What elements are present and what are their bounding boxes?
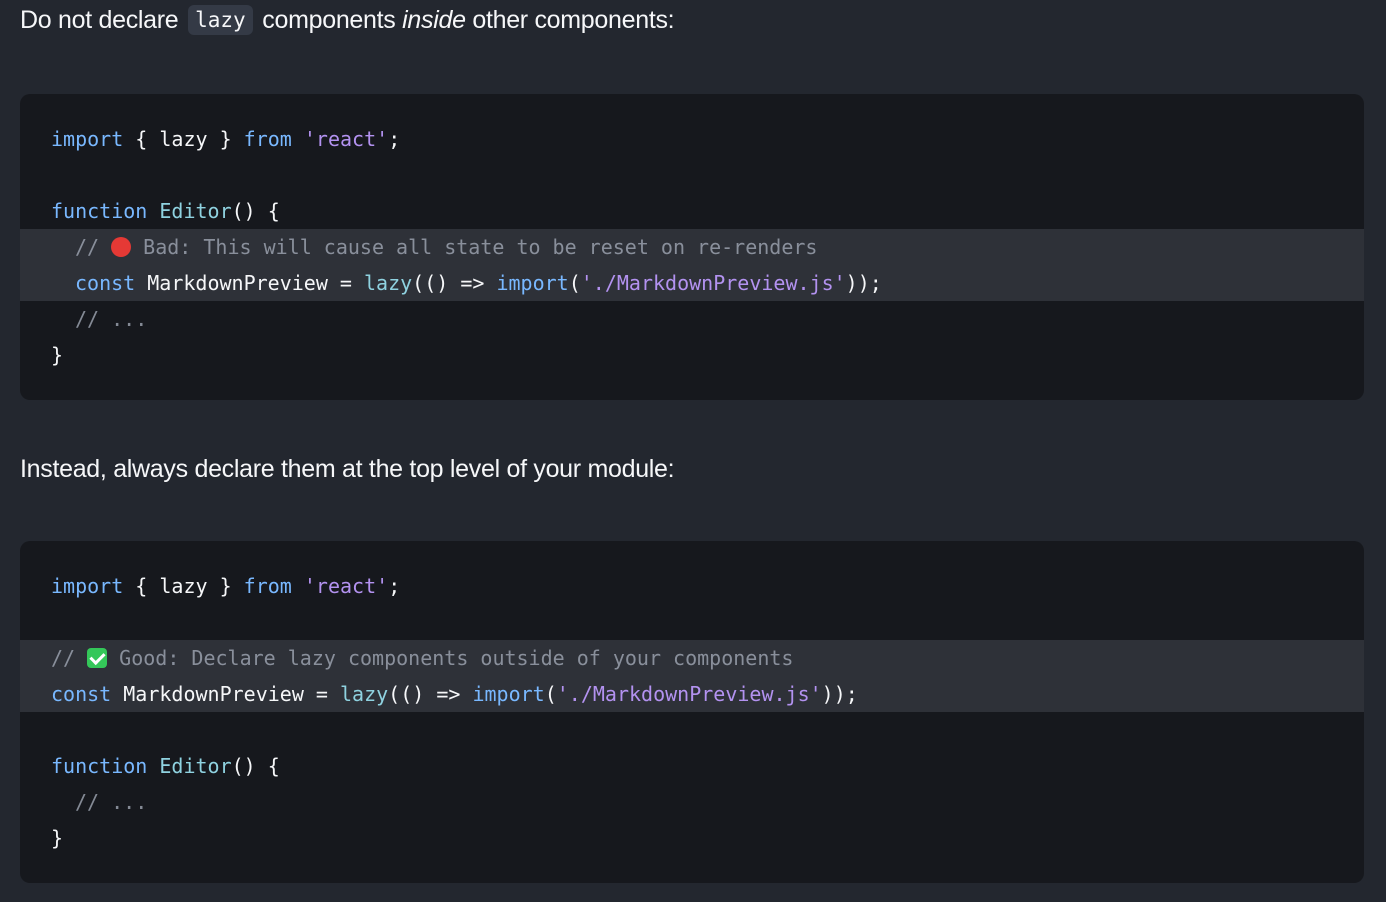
heading-text: Do not declare xyxy=(20,6,179,34)
inline-code-lazy: lazy xyxy=(188,5,253,35)
code-line: import { lazy } from 'react'; xyxy=(51,127,401,151)
section-heading-good: Instead, always declare them at the top … xyxy=(20,455,675,483)
green-check-icon xyxy=(87,648,108,668)
code-line: import { lazy } from 'react'; xyxy=(51,574,401,598)
code-line: function Editor() { xyxy=(51,199,280,223)
code-line-highlighted: const MarkdownPreview = lazy(() => impor… xyxy=(20,265,1364,301)
code-line: // ... xyxy=(75,790,148,814)
code-line: } xyxy=(51,343,64,367)
code-line-highlighted: // Bad: This will cause all state to be … xyxy=(20,229,1364,265)
code-line-highlighted: const MarkdownPreview = lazy(() => impor… xyxy=(20,676,1364,712)
heading-text: components xyxy=(262,6,396,34)
code-line: } xyxy=(51,826,64,850)
code-line: // ... xyxy=(75,307,148,331)
code-block-good-example: import { lazy } from 'react'; // Good: D… xyxy=(20,541,1364,883)
heading-text: other components: xyxy=(472,6,675,34)
code-line-highlighted: // Good: Declare lazy components outside… xyxy=(20,640,1364,676)
code-block-bad-example: import { lazy } from 'react'; function E… xyxy=(20,94,1364,400)
section-heading-bad: Do not declare lazy components inside ot… xyxy=(20,5,675,35)
red-circle-icon xyxy=(111,237,132,257)
heading-emphasis: inside xyxy=(402,6,466,34)
code-line: function Editor() { xyxy=(51,754,280,778)
